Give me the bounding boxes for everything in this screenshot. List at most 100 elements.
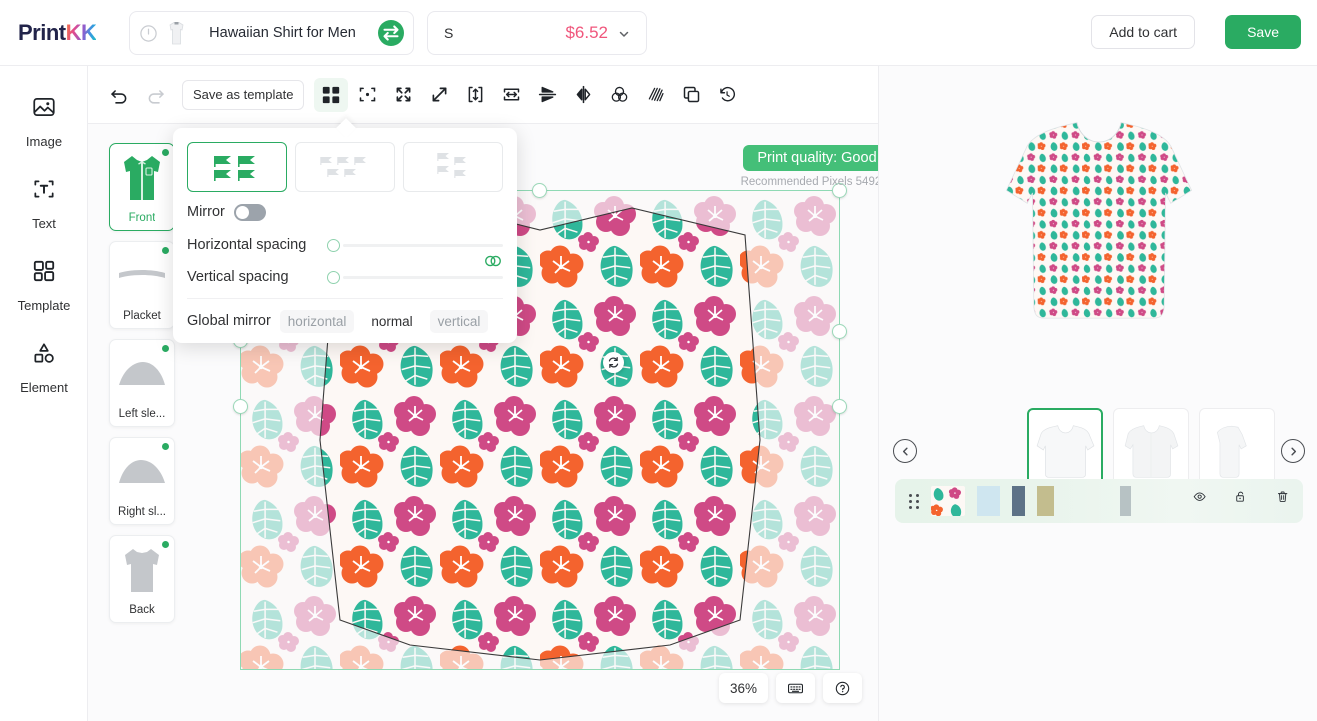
part-left-sleeve[interactable]: Left sle...	[109, 339, 175, 427]
layer-row[interactable]	[895, 479, 1303, 523]
crop-icon[interactable]	[350, 78, 384, 112]
print-quality: Print quality: Good Recommended Pixels 5…	[692, 145, 878, 188]
status-dot	[162, 149, 169, 156]
part-label: Placket	[123, 310, 161, 322]
part-label: Back	[129, 604, 155, 616]
mirror-toggle[interactable]	[233, 203, 266, 221]
right-panel	[878, 66, 1317, 721]
global-mirror-normal[interactable]: normal	[363, 309, 421, 333]
global-mirror-vertical[interactable]: vertical	[429, 309, 489, 333]
mirror-label: Mirror	[187, 204, 225, 220]
duplicate-icon[interactable]	[674, 78, 708, 112]
delete-icon[interactable]	[1276, 490, 1289, 512]
canvas-toolbar: Save as template	[88, 66, 878, 124]
vertical-spacing-track[interactable]	[343, 275, 503, 279]
color-adjust-icon[interactable]	[602, 78, 636, 112]
app-logo[interactable]: PrintKK	[18, 19, 97, 46]
carousel-prev-icon[interactable]	[893, 439, 917, 463]
part-front[interactable]: Front	[109, 143, 175, 231]
vertical-spacing-slider[interactable]	[327, 270, 340, 284]
status-dot	[162, 541, 169, 548]
handle-top-center[interactable]	[532, 183, 547, 198]
recommended-pixels: Recommended Pixels 5492px	[740, 176, 878, 188]
link-spacing-icon[interactable]	[483, 251, 503, 271]
part-label: Left sle...	[118, 408, 166, 420]
global-mirror-horizontal[interactable]: horizontal	[279, 309, 355, 333]
visibility-icon[interactable]	[1193, 490, 1206, 512]
text-icon	[31, 176, 57, 207]
element-icon	[31, 340, 57, 371]
sidebar-item-text[interactable]: Text	[0, 162, 88, 244]
part-back[interactable]: Back	[109, 535, 175, 623]
sidebar-item-image[interactable]: Image	[0, 80, 88, 162]
tiling-mode-grid[interactable]	[187, 142, 287, 192]
tiling-mode-diagonal[interactable]	[403, 142, 503, 192]
add-to-cart-button[interactable]: Add to cart	[1091, 15, 1195, 49]
global-mirror-label: Global mirror	[187, 313, 271, 329]
left-rail: Image Text Template Element	[0, 66, 88, 721]
redo-icon[interactable]	[138, 78, 172, 112]
flip-horizontal-icon[interactable]	[566, 78, 600, 112]
sidebar-item-label: Image	[25, 133, 63, 149]
product-title: Hawaiian Shirt for Men	[209, 25, 356, 41]
sidebar-item-label: Text	[32, 215, 56, 231]
part-label: Front	[128, 212, 156, 224]
vertical-spacing-row: Vertical spacing	[187, 262, 503, 292]
save-as-template-button[interactable]: Save as template	[182, 79, 305, 110]
logo-text-kk: KK	[65, 19, 97, 45]
part-placket[interactable]: Placket	[109, 241, 175, 329]
preview-shirt	[1005, 121, 1192, 319]
carousel-next-icon[interactable]	[1281, 439, 1305, 463]
reset-icon[interactable]	[710, 78, 744, 112]
status-dot	[162, 345, 169, 352]
texture-icon[interactable]	[638, 78, 672, 112]
keyboard-icon[interactable]	[776, 673, 816, 703]
sidebar-item-element[interactable]: Element	[0, 326, 88, 408]
help-icon[interactable]	[823, 673, 863, 703]
rotate-handle-icon[interactable]	[603, 352, 624, 373]
expand-icon[interactable]	[386, 78, 420, 112]
layer-pattern-thumbnail	[931, 486, 965, 516]
fit-height-icon[interactable]	[458, 78, 492, 112]
sidebar-item-template[interactable]: Template	[0, 244, 88, 326]
mirror-row: Mirror	[187, 196, 503, 228]
global-mirror-row: Global mirror horizontal normal vertical	[187, 299, 503, 343]
pattern-tile-icon[interactable]	[314, 77, 349, 112]
part-right-sleeve[interactable]: Right sl...	[109, 437, 175, 525]
resize-diagonal-icon[interactable]	[422, 78, 456, 112]
pattern-settings-popup: Mirror Horizontal spacing Vertical spaci…	[173, 118, 517, 343]
size-price-selector[interactable]: S $6.52	[427, 11, 647, 55]
sidebar-item-label: Element	[20, 379, 68, 395]
toggle-knob	[235, 205, 249, 219]
status-dot	[162, 247, 169, 254]
horizontal-spacing-track[interactable]	[343, 243, 503, 247]
save-button[interactable]: Save	[1225, 15, 1301, 49]
layer-swatch-1	[977, 486, 1000, 516]
product-preview	[879, 66, 1317, 371]
tiling-mode-brick[interactable]	[295, 142, 395, 192]
handle-right-middle[interactable]	[832, 324, 847, 339]
part-label: Right sl...	[118, 506, 166, 518]
shirt-parts-panel: Front Placket Left sle... Right sl... Ba…	[109, 143, 175, 623]
unlock-icon[interactable]	[1234, 490, 1247, 512]
top-bar: PrintKK Hawaiian Shirt for Men S $6.52 A…	[0, 0, 1317, 66]
horizontal-spacing-label: Horizontal spacing	[187, 237, 307, 253]
drag-handle-icon[interactable]	[909, 493, 919, 509]
handle-left-lower[interactable]	[233, 399, 248, 414]
logo-text-print: Print	[18, 19, 66, 45]
handle-bottom-right[interactable]	[832, 399, 847, 414]
fit-width-icon[interactable]	[494, 78, 528, 112]
product-selector[interactable]: Hawaiian Shirt for Men	[129, 11, 414, 55]
sidebar-item-label: Template	[17, 297, 71, 313]
zoom-level[interactable]: 36%	[719, 673, 769, 703]
size-value: S	[444, 25, 454, 41]
undo-icon[interactable]	[102, 78, 136, 112]
clock-icon	[139, 24, 158, 43]
horizontal-spacing-row: Horizontal spacing	[187, 230, 503, 260]
swap-product-icon[interactable]	[378, 20, 404, 46]
horizontal-spacing-slider[interactable]	[327, 238, 340, 252]
status-dot	[162, 443, 169, 450]
status-badge: Print quality: Good	[743, 145, 878, 171]
flip-vertical-icon[interactable]	[530, 78, 564, 112]
template-icon	[31, 258, 57, 289]
